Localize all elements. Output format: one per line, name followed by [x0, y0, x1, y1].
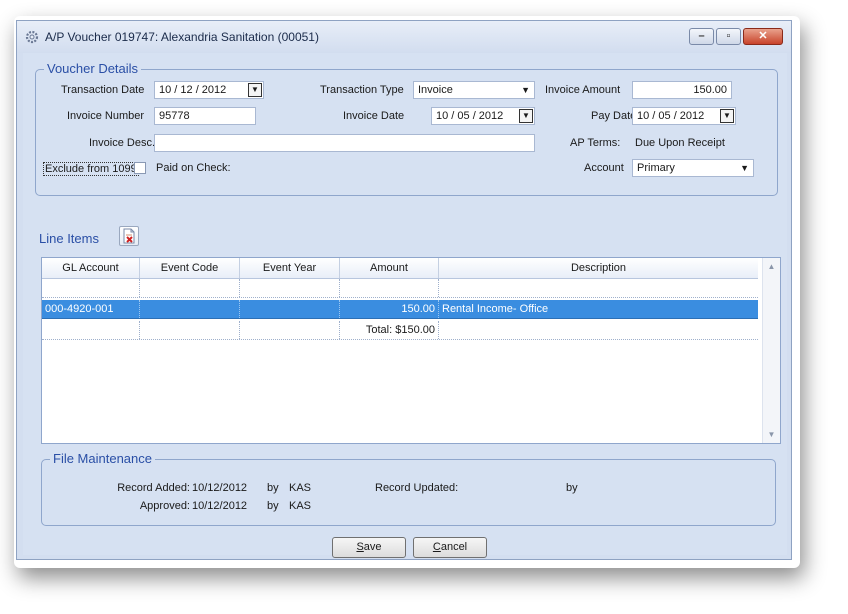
invoice-amount-label: Invoice Amount	[545, 84, 621, 96]
column-header-gl-account[interactable]: GL Account	[42, 258, 140, 278]
gear-icon	[25, 30, 39, 44]
invoice-desc-field[interactable]	[154, 134, 535, 152]
file-maintenance-legend: File Maintenance	[50, 451, 155, 466]
cancel-label: ancel	[440, 541, 468, 553]
transaction-type-value: Invoice	[418, 84, 453, 96]
maximize-button[interactable]: ▫	[716, 28, 741, 45]
pay-date-value: 10 / 05 / 2012	[637, 110, 705, 122]
file-maintenance-group: File Maintenance Record Added: 10/12/201…	[41, 451, 776, 526]
invoice-amount-field[interactable]: 150.00	[632, 81, 732, 99]
event-code-cell[interactable]	[140, 279, 240, 297]
event-year-cell[interactable]	[240, 321, 340, 339]
voucher-details-group: Voucher Details Transaction Date 10 / 12…	[35, 61, 778, 196]
approved-by-label: by	[267, 500, 279, 512]
approved-value: 10/12/2012	[192, 500, 248, 512]
approved-label: Approved:	[139, 500, 190, 512]
transaction-date-label: Transaction Date	[61, 84, 145, 96]
description-cell[interactable]	[439, 279, 758, 297]
line-item-delete-button[interactable]	[119, 226, 139, 246]
pay-date-label: Pay Date	[591, 110, 637, 122]
exclude-1099-checkbox[interactable]	[134, 162, 146, 174]
event-code-cell[interactable]	[140, 321, 240, 339]
added-by-label: by	[267, 482, 279, 494]
transaction-date-field[interactable]: 10 / 12 / 2012 ▼	[154, 81, 264, 99]
invoice-date-label: Invoice Date	[343, 110, 405, 122]
ap-terms-label: AP Terms:	[570, 137, 621, 149]
event-year-cell[interactable]	[240, 279, 340, 297]
column-header-description[interactable]: Description	[439, 258, 758, 278]
ap-terms-value: Due Upon Receipt	[635, 137, 725, 149]
maximize-icon: ▫	[726, 30, 731, 42]
minimize-button[interactable]: –	[689, 28, 714, 45]
line-items-grid[interactable]: GL Account Event Code Event Year Amount …	[41, 257, 781, 444]
paid-on-check-label: Paid on Check:	[156, 162, 231, 174]
amount-cell[interactable]	[340, 279, 439, 297]
invoice-number-field[interactable]: 95778	[154, 107, 256, 125]
event-year-cell[interactable]	[240, 300, 340, 318]
cancel-button[interactable]: Cancel	[413, 537, 487, 558]
table-row-selected[interactable]: 000-4920-001 150.00 Rental Income- Offic…	[42, 300, 758, 319]
column-header-event-year[interactable]: Event Year	[240, 258, 340, 278]
invoice-date-dropdown-icon[interactable]: ▼	[519, 109, 533, 123]
window-title: A/P Voucher 019747: Alexandria Sanitatio…	[45, 30, 319, 44]
save-button[interactable]: Save	[332, 537, 406, 558]
voucher-window: A/P Voucher 019747: Alexandria Sanitatio…	[16, 20, 792, 560]
record-updated-label: Record Updated:	[375, 482, 459, 494]
account-label: Account	[584, 162, 624, 174]
vertical-scrollbar[interactable]: ▲ ▼	[762, 258, 780, 443]
description-cell[interactable]: Rental Income- Office	[439, 300, 758, 318]
description-cell[interactable]	[439, 321, 758, 339]
delete-document-icon	[123, 228, 135, 244]
minimize-icon: –	[698, 30, 705, 42]
invoice-date-field[interactable]: 10 / 05 / 2012 ▼	[431, 107, 535, 125]
line-items-label: Line Items	[39, 231, 99, 246]
record-added-label: Record Added:	[117, 482, 190, 494]
event-code-cell[interactable]	[140, 300, 240, 318]
column-header-event-code[interactable]: Event Code	[140, 258, 240, 278]
added-by-value: KAS	[289, 482, 312, 494]
cancel-accelerator: C	[432, 541, 441, 553]
invoice-desc-label: Invoice Desc.	[89, 137, 156, 149]
invoice-number-label: Invoice Number	[67, 110, 145, 122]
chevron-down-icon: ▼	[740, 163, 749, 173]
table-row[interactable]	[42, 279, 758, 298]
approved-by-value: KAS	[289, 500, 312, 512]
chevron-down-icon: ▼	[521, 85, 530, 95]
save-accelerator: S	[356, 541, 364, 553]
voucher-details-legend: Voucher Details	[44, 61, 142, 76]
transaction-date-value: 10 / 12 / 2012	[159, 84, 227, 96]
gl-account-cell[interactable]	[42, 279, 140, 297]
client-area: Voucher Details Transaction Date 10 / 12…	[23, 53, 787, 558]
transaction-date-dropdown-icon[interactable]: ▼	[248, 83, 262, 97]
close-button[interactable]: ✕	[743, 28, 783, 45]
gl-account-cell[interactable]: 000-4920-001	[42, 300, 140, 318]
close-icon: ✕	[758, 30, 768, 42]
column-header-amount[interactable]: Amount	[340, 258, 439, 278]
table-row-total[interactable]: Total: $150.00	[42, 321, 758, 340]
updated-by-label: by	[566, 482, 578, 494]
gl-account-cell[interactable]	[42, 321, 140, 339]
scroll-up-icon[interactable]: ▲	[763, 258, 780, 275]
scroll-down-icon[interactable]: ▼	[763, 426, 780, 443]
exclude-1099-label: Exclude from 1099	[43, 162, 139, 176]
title-bar[interactable]: A/P Voucher 019747: Alexandria Sanitatio…	[17, 21, 791, 53]
record-added-value: 10/12/2012	[192, 482, 248, 494]
grid-header: GL Account Event Code Event Year Amount …	[42, 258, 758, 279]
account-value: Primary	[637, 162, 675, 174]
total-amount-cell: Total: $150.00	[340, 321, 439, 339]
transaction-type-select[interactable]: Invoice ▼	[413, 81, 535, 99]
account-select[interactable]: Primary ▼	[632, 159, 754, 177]
invoice-date-value: 10 / 05 / 2012	[436, 110, 504, 122]
amount-cell[interactable]: 150.00	[340, 300, 439, 318]
save-label: ave	[363, 541, 382, 553]
pay-date-dropdown-icon[interactable]: ▼	[720, 109, 734, 123]
transaction-type-label: Transaction Type	[320, 84, 404, 96]
pay-date-field[interactable]: 10 / 05 / 2012 ▼	[632, 107, 736, 125]
